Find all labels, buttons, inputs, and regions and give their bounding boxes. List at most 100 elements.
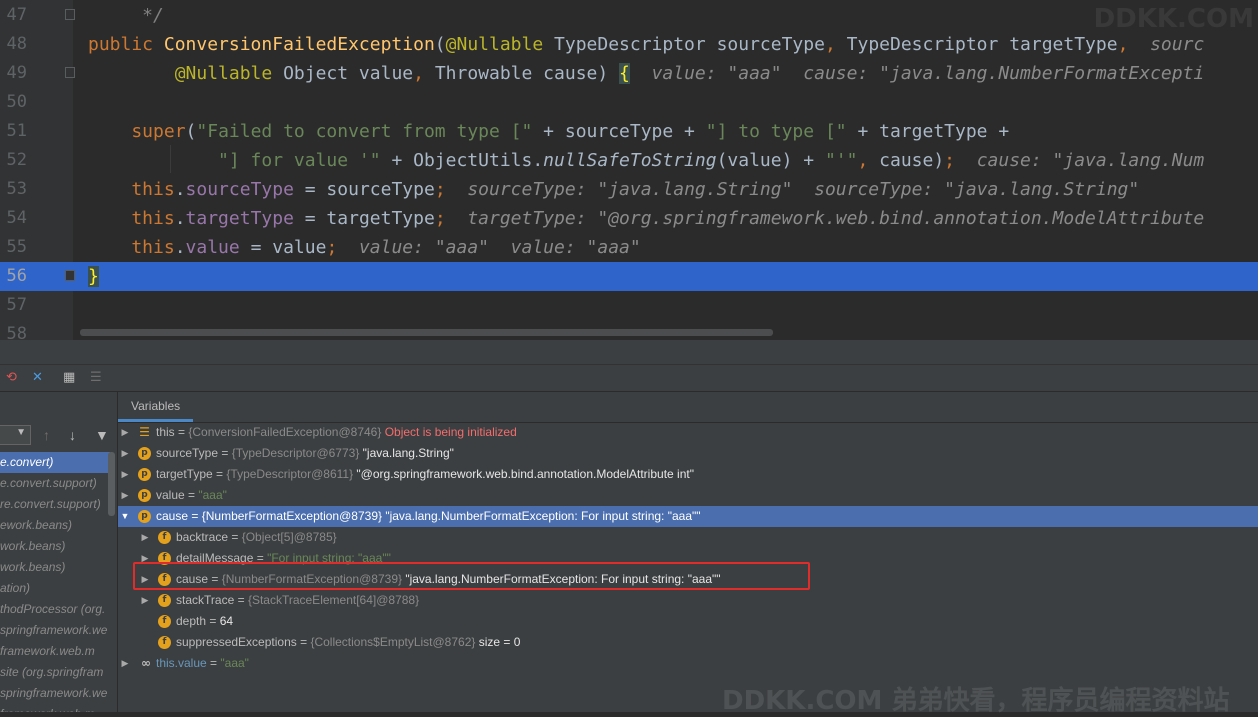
- stack-frame-item[interactable]: work.beans): [0, 536, 110, 557]
- code-token: @Nullable: [88, 63, 284, 84]
- debug-tool-window: ⟲ ✕ ▦ ☰ ▼ ↑ ↓ ▼ e.convert) e.convert.supp…: [0, 340, 1258, 712]
- code-line[interactable]: 53 this.sourceType = sourceType; sourceT…: [0, 175, 1258, 204]
- stack-frame-item[interactable]: work.beans): [0, 557, 110, 578]
- line-number[interactable]: 54: [0, 204, 27, 233]
- line-number[interactable]: 56: [0, 262, 27, 291]
- stack-frame-item[interactable]: ation): [0, 578, 110, 599]
- inline-debug-value: sourc: [1150, 34, 1205, 55]
- variable-row[interactable]: ▶ p sourceType = {TypeDescriptor@6773} "ja…: [118, 443, 1258, 464]
- line-number[interactable]: 57: [0, 291, 27, 320]
- restore-layout-icon[interactable]: ⟲: [6, 370, 17, 386]
- tab-variables[interactable]: Variables: [118, 392, 194, 422]
- stack-frame-item[interactable]: site (org.springfram: [0, 662, 110, 683]
- editor-horizontal-scrollbar[interactable]: [80, 329, 773, 336]
- variable-type: {TypeDescriptor@6773}: [231, 446, 363, 460]
- code-text: */: [88, 1, 164, 30]
- stack-frame-item[interactable]: e.convert): [0, 452, 110, 473]
- thread-dropdown[interactable]: ▼: [0, 425, 31, 445]
- code-token: TypeDescriptor targetType: [846, 34, 1118, 55]
- fold-marker-icon[interactable]: [65, 270, 75, 281]
- stack-frame-item[interactable]: ework.beans): [0, 515, 110, 536]
- code-line[interactable]: 56}: [0, 262, 1258, 291]
- stack-frame-item[interactable]: springframework.we: [0, 683, 110, 704]
- expand-arrow-icon[interactable]: ▶: [119, 443, 131, 464]
- code-text: }: [88, 262, 99, 291]
- fold-marker-icon[interactable]: [65, 67, 75, 78]
- code-line[interactable]: 57: [0, 291, 1258, 320]
- line-number[interactable]: 47: [0, 1, 27, 30]
- variable-row[interactable]: ▶ p value = "aaa": [118, 485, 1258, 506]
- stack-frame-item[interactable]: re.convert.support): [0, 494, 110, 515]
- parameter-icon: p: [138, 468, 151, 481]
- variable-row[interactable]: ▶ f backtrace = {Object[5]@8785}: [118, 527, 1258, 548]
- stack-frame-item[interactable]: springframework.we: [0, 620, 110, 641]
- variable-value: 64: [219, 614, 234, 628]
- stack-frame-item[interactable]: thodProcessor (org.: [0, 599, 110, 620]
- remove-icon[interactable]: ✕: [32, 370, 43, 386]
- line-number[interactable]: 53: [0, 175, 27, 204]
- code-line[interactable]: 51 super("Failed to convert from type ["…: [0, 117, 1258, 146]
- expand-arrow-icon[interactable]: ▶: [119, 464, 131, 485]
- code-token: targetType: [185, 208, 294, 229]
- line-number[interactable]: 50: [0, 88, 27, 117]
- stack-frame-item[interactable]: framework.web.m: [0, 704, 110, 712]
- code-token: public: [88, 34, 164, 55]
- variable-equals: =: [174, 425, 189, 439]
- table-icon[interactable]: ▦: [63, 370, 75, 386]
- frames-scrollbar[interactable]: [108, 452, 115, 516]
- code-token: TypeDescriptor sourceType: [554, 34, 825, 55]
- expand-arrow-icon[interactable]: ▶: [119, 422, 131, 443]
- code-line[interactable]: 50: [0, 88, 1258, 117]
- collapse-arrow-icon[interactable]: ▼: [119, 506, 131, 527]
- line-number[interactable]: 55: [0, 233, 27, 262]
- expand-arrow-icon[interactable]: ▶: [119, 485, 131, 506]
- code-line[interactable]: 54 this.targetType = targetType; targetT…: [0, 204, 1258, 233]
- variable-row[interactable]: ▼ p cause = {NumberFormatException@8739} "…: [118, 506, 1258, 527]
- arrow-down-icon[interactable]: ↓: [69, 427, 76, 443]
- expand-arrow-icon[interactable]: ▶: [139, 590, 151, 611]
- line-number[interactable]: 58: [0, 320, 27, 340]
- code-editor[interactable]: 47 */48 public ConversionFailedException(…: [0, 0, 1258, 340]
- variable-type: {Object[5]@8785}: [241, 530, 337, 544]
- code-token: super: [88, 121, 186, 142]
- line-number[interactable]: 51: [0, 117, 27, 146]
- variable-name: sourceType: [156, 446, 219, 460]
- code-token: "'": [824, 150, 858, 171]
- variable-row[interactable]: f depth = 64: [118, 611, 1258, 632]
- inline-debug-value: value: "aaa" cause: "java.lang.NumberFor…: [629, 63, 1205, 84]
- arrow-up-icon[interactable]: ↑: [43, 427, 50, 443]
- stack-frame-item[interactable]: e.convert.support): [0, 473, 110, 494]
- expand-arrow-icon[interactable]: ▶: [139, 527, 151, 548]
- stack-frame-item[interactable]: framework.web.m: [0, 641, 110, 662]
- variable-type: {TypeDescriptor@8611}: [226, 467, 357, 481]
- watermark-bottom: DDKK.COM 弟弟快看，程序员编程资料站: [722, 686, 1230, 716]
- variable-equals: =: [234, 593, 248, 607]
- code-line[interactable]: 52 "] for value '" + ObjectUtils.nullSaf…: [0, 146, 1258, 175]
- variable-row[interactable]: ▶ p targetType = {TypeDescriptor@8611} "@o…: [118, 464, 1258, 485]
- field-icon: f: [158, 594, 171, 607]
- variable-row[interactable]: ▶ ☰ this = {ConversionFailedException@8746…: [118, 422, 1258, 443]
- code-token: (value) +: [716, 150, 825, 171]
- line-number[interactable]: 52: [0, 146, 27, 175]
- expand-arrow-icon[interactable]: ▶: [119, 653, 131, 674]
- watch-icon: ∞: [141, 656, 151, 670]
- code-text: super("Failed to convert from type [" + …: [88, 117, 1009, 146]
- line-number[interactable]: 48: [0, 30, 27, 59]
- variable-row[interactable]: f suppressedExceptions = {Collections$Emp…: [118, 632, 1258, 653]
- code-line[interactable]: 47 */: [0, 1, 1258, 30]
- variable-row[interactable]: ▶ ∞ this.value = "aaa": [118, 653, 1258, 674]
- code-token: ;: [434, 208, 446, 229]
- variable-name: value: [156, 488, 185, 502]
- code-token: }: [88, 266, 99, 287]
- settings-icon[interactable]: ☰: [90, 370, 102, 386]
- code-line[interactable]: 55 this.value = value; value: "aaa" valu…: [0, 233, 1258, 262]
- variable-value: size = 0: [475, 635, 521, 649]
- code-line[interactable]: 48 public ConversionFailedException(@Null…: [0, 30, 1258, 59]
- line-number[interactable]: 49: [0, 59, 27, 88]
- fold-marker-icon[interactable]: [65, 9, 75, 20]
- code-token: {: [619, 63, 630, 84]
- filter-icon[interactable]: ▼: [95, 427, 109, 443]
- code-line[interactable]: 49 @Nullable Object value, Throwable cau…: [0, 59, 1258, 88]
- inline-debug-value: cause: "java.lang.Num: [955, 150, 1205, 171]
- variable-row[interactable]: ▶ f stackTrace = {StackTraceElement[64]@87…: [118, 590, 1258, 611]
